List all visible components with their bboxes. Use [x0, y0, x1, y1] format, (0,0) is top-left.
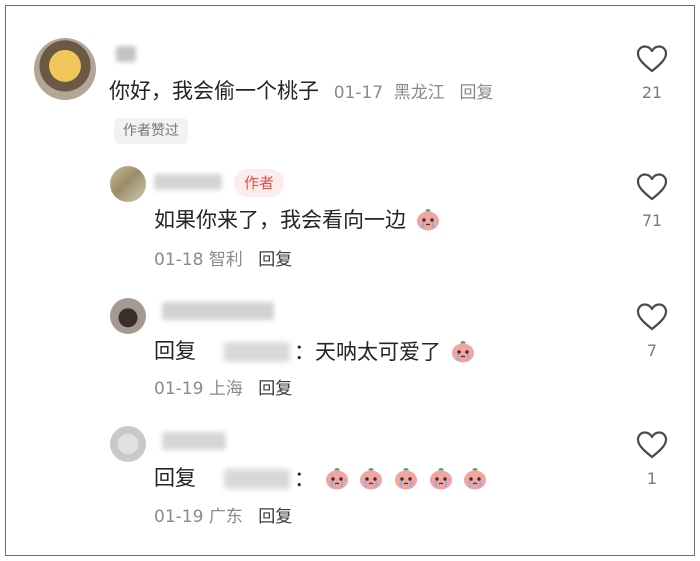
commenter-name-blurred[interactable]: [116, 46, 136, 62]
heart-outline-icon: [636, 173, 668, 201]
comment-text: 你好，我会偷一个桃子: [109, 79, 319, 103]
reply-date: 01-18: [154, 250, 204, 270]
reply-location: 广东: [208, 507, 243, 527]
like-count: 1: [646, 469, 658, 488]
reply-date: 01-19: [154, 379, 204, 399]
reply-meta: 01-19 上海 回复: [154, 378, 292, 400]
reply-date: 01-19: [154, 507, 204, 527]
reply-avatar[interactable]: [110, 166, 146, 202]
reply-location: 智利: [208, 250, 243, 270]
reply-button[interactable]: 回复: [258, 507, 292, 527]
like-count: 7: [646, 341, 658, 360]
reply-text: 如果你来了，我会看向一边: [154, 208, 406, 232]
heart-outline-icon: [636, 431, 668, 459]
crying-peach-icon: [462, 465, 488, 491]
reply-prefix: 回复: [154, 339, 196, 363]
mentioned-user-blurred[interactable]: [224, 469, 290, 489]
reply-meta: 01-18 智利 回复: [154, 249, 292, 271]
crying-peach-icon: [428, 465, 454, 491]
reply-author-name-blurred[interactable]: [154, 174, 222, 190]
reply-author-name-blurred[interactable]: [162, 302, 274, 320]
reply-button[interactable]: 回复: [258, 379, 292, 399]
comment-body: 你好，我会偷一个桃子 01-17 黑龙江 回复: [109, 78, 493, 106]
crying-peach-icon: [358, 465, 384, 491]
comment-thread: 你好，我会偷一个桃子 01-17 黑龙江 回复 作者赞过 21 作者 如果你来了…: [5, 5, 695, 556]
heart-outline-icon: [636, 303, 668, 331]
like-count: 21: [641, 83, 663, 102]
comment-location: 黑龙江: [393, 83, 445, 103]
like-button[interactable]: 1: [632, 430, 672, 488]
reply-body: 如果你来了，我会看向一边: [154, 206, 441, 233]
reply-avatar[interactable]: [110, 426, 146, 462]
crying-peach-icon: [393, 465, 419, 491]
reply-button[interactable]: 回复: [258, 250, 292, 270]
like-button[interactable]: 71: [632, 172, 672, 230]
reply-body: 回复: [154, 465, 196, 491]
mentioned-user-blurred[interactable]: [224, 342, 290, 362]
reply-body: 回复: [154, 338, 196, 364]
crying-peach-icon: [324, 465, 350, 491]
reply-button[interactable]: 回复: [459, 83, 493, 103]
crying-peach-icon: [415, 206, 441, 232]
like-button[interactable]: 21: [632, 44, 672, 102]
reply-author-name-blurred[interactable]: [162, 432, 226, 450]
reply-body-rest: ：天呐太可爱了: [294, 338, 476, 365]
reply-location: 上海: [208, 379, 243, 399]
reply-text: ：: [294, 467, 315, 491]
reply-avatar[interactable]: [110, 298, 146, 334]
crying-peach-icon: [450, 338, 476, 364]
like-count: 71: [641, 211, 663, 230]
comment-date: 01-17: [333, 83, 384, 103]
author-tag: 作者: [234, 169, 285, 197]
reply-body-rest: ：: [294, 465, 488, 492]
reply-meta: 01-19 广东 回复: [154, 506, 292, 528]
commenter-avatar[interactable]: [34, 38, 96, 100]
heart-outline-icon: [636, 45, 668, 73]
author-liked-badge: 作者赞过: [114, 118, 188, 144]
reply-prefix: 回复: [154, 466, 196, 490]
like-button[interactable]: 7: [632, 302, 672, 360]
reply-text: ：天呐太可爱了: [294, 340, 441, 364]
